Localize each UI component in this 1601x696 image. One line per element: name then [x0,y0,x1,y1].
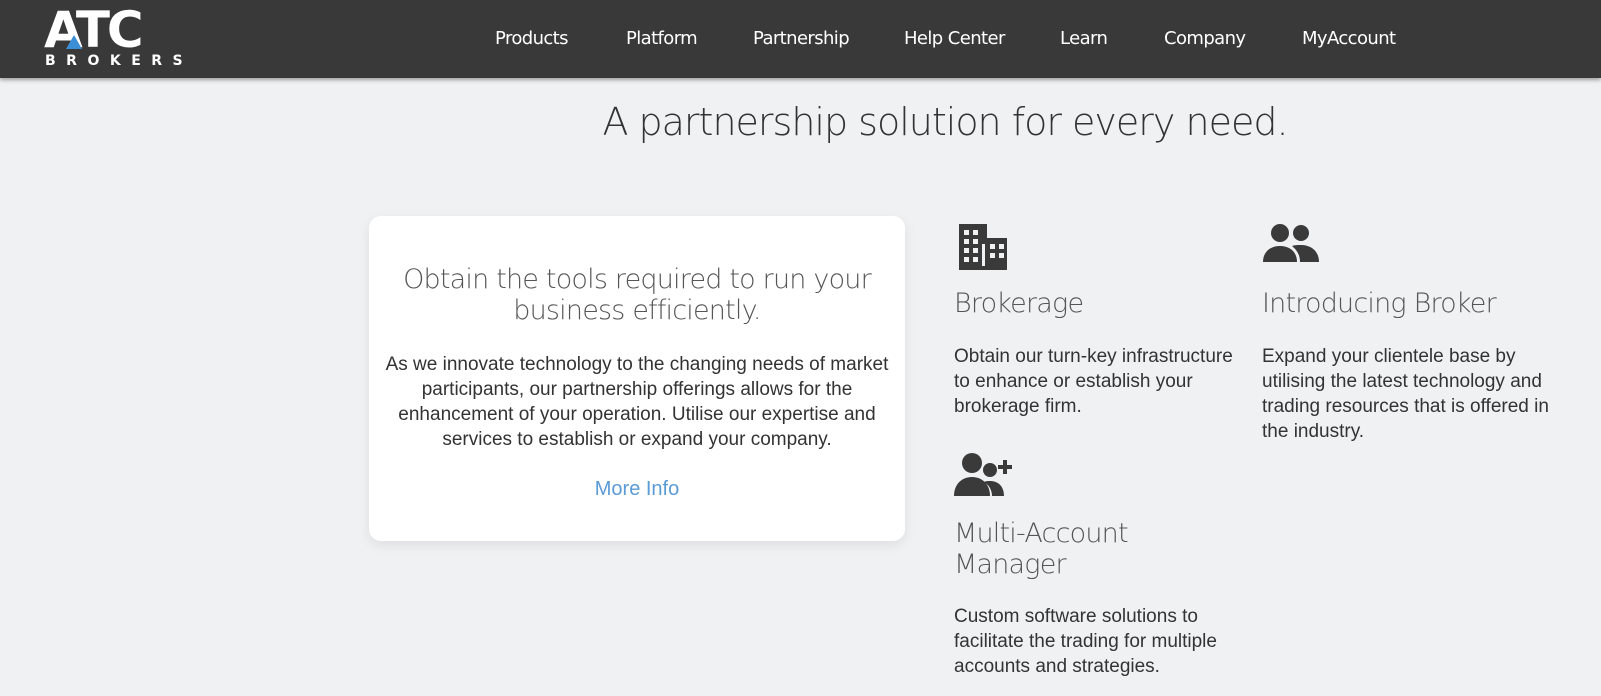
feature-multi-account-manager: Multi-Account Manager Custom software so… [954,452,1244,682]
nav-item-partnership[interactable]: Partnership [753,28,850,49]
feature-introducing-broker: Introducing Broker Expand your clientele… [1262,222,1552,452]
building-icon [959,224,1007,270]
nav-item-help-center[interactable]: Help Center [904,28,1005,49]
user-plus-icon [954,453,1012,496]
card-description: As we innovate technology to the changin… [385,354,889,450]
feature-description: Obtain our turn-key infrastructure to en… [954,346,1233,417]
feature-title: Multi-Account Manager [954,518,1129,580]
main-menu: Products Platform Partnership Help Cente… [0,0,1601,78]
feature-title: Brokerage [954,288,1084,319]
feature-description: Expand your clientele base by utilising … [1262,346,1549,442]
nav-item-products[interactable]: Products [495,28,569,49]
nav-item-myaccount[interactable]: MyAccount [1302,28,1396,49]
feature-description: Custom software solutions to facilitate … [954,606,1217,677]
top-navigation-bar: ATC BROKERS Products Platform Partnershi… [0,0,1601,78]
nav-item-learn[interactable]: Learn [1060,28,1108,49]
feature-brokerage: Brokerage Obtain our turn-key infrastruc… [954,222,1234,422]
partnership-intro-card: Obtain the tools required to run your bu… [369,216,905,541]
nav-item-company[interactable]: Company [1164,28,1246,49]
page-title: A partnership solution for every need. [602,100,1288,144]
more-info-link[interactable]: More Info [369,478,905,501]
users-icon [1263,224,1319,262]
feature-title: Introducing Broker [1262,288,1497,319]
card-heading: Obtain the tools required to run your bu… [403,264,872,326]
nav-item-platform[interactable]: Platform [626,28,698,49]
